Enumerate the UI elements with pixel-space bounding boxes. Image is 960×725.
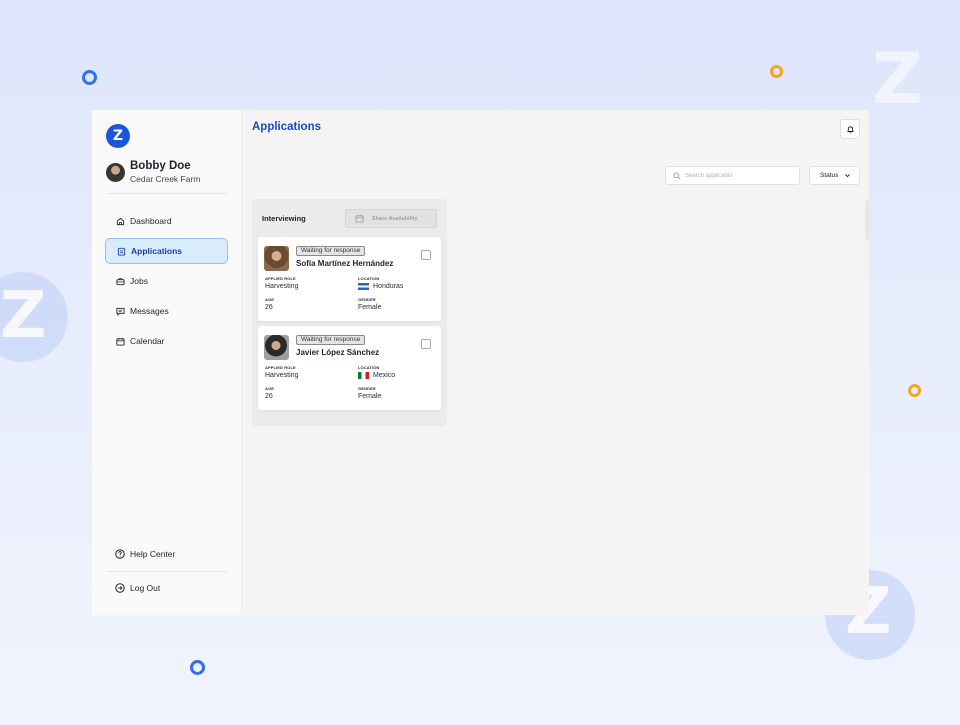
brand-logo[interactable]: Z bbox=[106, 124, 130, 148]
location-text: Honduras bbox=[373, 283, 404, 290]
search-icon bbox=[673, 172, 681, 180]
decorative-ring bbox=[190, 660, 205, 675]
applicant-photo bbox=[264, 246, 289, 271]
decorative-ring bbox=[770, 65, 783, 78]
scrollbar[interactable] bbox=[865, 200, 869, 240]
logout-icon bbox=[115, 583, 125, 593]
location-value: Honduras bbox=[358, 283, 403, 290]
message-icon bbox=[115, 306, 125, 316]
user-name: Bobby Doe bbox=[130, 160, 191, 172]
search-box[interactable] bbox=[665, 166, 800, 185]
decorative-z-circle: Z bbox=[0, 272, 68, 362]
applied-role-value: Harvesting bbox=[265, 283, 299, 290]
decorative-ring bbox=[82, 70, 97, 85]
decorative-z-logo: Z bbox=[872, 38, 923, 120]
status-badge: Waiting for response bbox=[296, 335, 366, 345]
home-icon bbox=[115, 216, 125, 226]
applicant-photo bbox=[264, 335, 289, 360]
applicant-name: Sofía Martínez Hernández bbox=[296, 259, 394, 268]
logout-label: Log Out bbox=[130, 583, 161, 593]
location-text: Mexico bbox=[373, 372, 396, 379]
user-profile[interactable]: Bobby Doe Cedar Creek Farm bbox=[106, 160, 200, 184]
briefcase-icon bbox=[115, 276, 125, 286]
applicant-name: Javier López Sánchez bbox=[296, 348, 380, 357]
age-label: AGE bbox=[265, 297, 274, 302]
sidebar-item-jobs[interactable]: Jobs bbox=[105, 268, 228, 294]
bell-icon bbox=[846, 125, 855, 134]
sidebar-item-label: Dashboard bbox=[130, 216, 172, 226]
sidebar-item-label: Calendar bbox=[130, 336, 165, 346]
help-center-link[interactable]: Help Center bbox=[105, 541, 228, 567]
help-center-label: Help Center bbox=[130, 549, 176, 559]
clipboard-icon bbox=[116, 246, 126, 256]
main-content: Applications Status Interviewing bbox=[242, 110, 869, 615]
sidebar-item-label: Jobs bbox=[130, 276, 148, 286]
share-availability-button[interactable]: Share Availability bbox=[345, 209, 437, 228]
applicant-card[interactable]: Waiting for response Sofía Martínez Hern… bbox=[258, 237, 441, 321]
interviewing-column: Interviewing Share Availability Waiting … bbox=[252, 199, 447, 426]
chevron-down-icon bbox=[844, 172, 851, 179]
sidebar-item-label: Messages bbox=[130, 306, 169, 316]
decorative-ring bbox=[908, 384, 921, 397]
gender-value: Female bbox=[358, 304, 382, 311]
age-value: 26 bbox=[265, 393, 273, 400]
applied-role-label: APPLIED ROLE bbox=[265, 276, 296, 281]
sidebar-item-messages[interactable]: Messages bbox=[105, 298, 228, 324]
gender-label: GENDER bbox=[358, 297, 376, 302]
help-circle-icon bbox=[115, 549, 125, 559]
age-value: 26 bbox=[265, 304, 273, 311]
column-title: Interviewing bbox=[262, 214, 306, 223]
farm-name: Cedar Creek Farm bbox=[130, 174, 201, 184]
sidebar-item-applications[interactable]: Applications bbox=[105, 238, 228, 264]
calendar-icon bbox=[355, 214, 364, 223]
sidebar-item-label: Applications bbox=[131, 246, 183, 256]
status-badge: Waiting for response bbox=[296, 246, 366, 256]
app-window: Z Bobby Doe Cedar Creek Farm Dashboard A… bbox=[92, 110, 869, 615]
location-value: Mexico bbox=[358, 372, 395, 379]
gender-label: GENDER bbox=[358, 386, 376, 391]
sidebar-item-calendar[interactable]: Calendar bbox=[105, 328, 228, 354]
divider bbox=[106, 571, 227, 572]
select-checkbox[interactable] bbox=[421, 250, 431, 260]
logout-button[interactable]: Log Out bbox=[105, 575, 228, 601]
notifications-button[interactable] bbox=[840, 119, 860, 139]
status-filter-dropdown[interactable]: Status bbox=[809, 166, 860, 185]
honduras-flag-icon bbox=[358, 283, 369, 290]
age-label: AGE bbox=[265, 386, 274, 391]
divider bbox=[106, 193, 227, 194]
applied-role-value: Harvesting bbox=[265, 372, 299, 379]
sidebar: Z Bobby Doe Cedar Creek Farm Dashboard A… bbox=[92, 110, 242, 615]
search-input[interactable] bbox=[685, 172, 795, 179]
location-label: LOCATION bbox=[358, 276, 380, 281]
avatar bbox=[106, 162, 125, 182]
share-availability-label: Share Availability bbox=[372, 215, 418, 222]
calendar-icon bbox=[115, 336, 125, 346]
page-title: Applications bbox=[252, 121, 322, 133]
mexico-flag-icon bbox=[358, 372, 369, 379]
applicant-card[interactable]: Waiting for response Javier López Sánche… bbox=[258, 326, 441, 410]
select-checkbox[interactable] bbox=[421, 339, 431, 349]
applied-role-label: APPLIED ROLE bbox=[265, 365, 296, 370]
location-label: LOCATION bbox=[358, 365, 380, 370]
status-filter-label: Status bbox=[820, 172, 839, 179]
gender-value: Female bbox=[358, 393, 382, 400]
sidebar-item-dashboard[interactable]: Dashboard bbox=[105, 208, 228, 234]
